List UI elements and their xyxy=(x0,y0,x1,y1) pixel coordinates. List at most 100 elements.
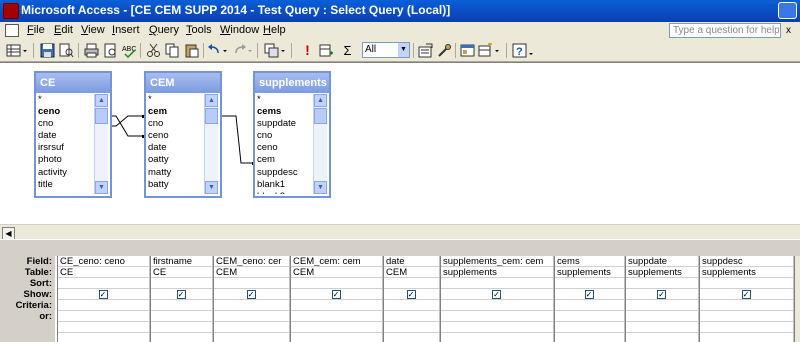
properties-icon[interactable] xyxy=(418,43,433,58)
or-cell[interactable] xyxy=(700,311,793,322)
or-cell[interactable] xyxy=(151,311,212,322)
grid-column[interactable]: firstname CE ✓ xyxy=(150,256,213,342)
field-cell[interactable]: firstname xyxy=(151,256,212,267)
sort-cell[interactable] xyxy=(214,278,289,289)
field-cell[interactable]: supplements_cem: cem xyxy=(441,256,553,267)
field-list-scrollbar[interactable]: ▲ ▼ xyxy=(204,94,218,194)
show-checkbox[interactable]: ✓ xyxy=(246,290,256,299)
menu-window[interactable]: Window xyxy=(220,24,259,36)
field-item[interactable]: ceno xyxy=(148,130,204,142)
show-checkbox[interactable]: ✓ xyxy=(406,290,416,299)
table-cell[interactable]: supplements xyxy=(700,267,793,278)
help-icon[interactable]: ? xyxy=(512,43,527,58)
field-list-title[interactable]: CEM xyxy=(146,73,220,93)
show-checkbox[interactable]: ✓ xyxy=(176,290,186,299)
access-app-icon[interactable] xyxy=(3,3,19,19)
show-table-icon[interactable] xyxy=(319,43,334,58)
extra-cell[interactable] xyxy=(151,322,212,333)
grid-column[interactable]: cems supplements ✓ xyxy=(554,256,625,342)
field-list-title[interactable]: supplements xyxy=(255,73,329,93)
query-type-icon[interactable] xyxy=(264,43,279,58)
criteria-cell[interactable] xyxy=(384,300,439,311)
scroll-up-icon[interactable]: ▲ xyxy=(314,94,327,107)
print-preview-icon[interactable] xyxy=(103,43,118,58)
grid-column[interactable]: CEM_ceno: cer CEM ✓ xyxy=(213,256,290,342)
field-item[interactable]: * xyxy=(257,94,313,106)
field-item[interactable]: oatty xyxy=(148,154,204,166)
field-item[interactable]: date xyxy=(148,142,204,154)
field-item[interactable]: photo xyxy=(38,154,94,166)
show-cell[interactable]: ✓ xyxy=(291,289,382,300)
or-cell[interactable] xyxy=(441,311,553,322)
extra-cell[interactable] xyxy=(555,322,624,333)
field-cell[interactable]: date xyxy=(384,256,439,267)
show-checkbox[interactable]: ✓ xyxy=(492,290,501,299)
extra-cell[interactable] xyxy=(291,322,382,333)
sort-cell[interactable] xyxy=(291,278,382,289)
table-cell[interactable]: CE xyxy=(58,267,149,278)
table-cell[interactable]: CEM xyxy=(291,267,382,278)
show-checkbox[interactable]: ✓ xyxy=(331,290,341,299)
sort-cell[interactable] xyxy=(700,278,793,289)
field-item[interactable]: suppdate xyxy=(257,118,313,130)
top-values-select[interactable]: All ▼ xyxy=(362,42,410,58)
help-question-input[interactable]: Type a question for help xyxy=(669,23,781,38)
field-item[interactable]: batty xyxy=(148,179,204,191)
redo-dropdown-icon[interactable] xyxy=(247,43,253,58)
grid-column[interactable]: suppdate supplements ✓ xyxy=(625,256,699,342)
show-checkbox[interactable]: ✓ xyxy=(657,290,666,299)
criteria-cell[interactable] xyxy=(58,300,149,311)
field-cell[interactable]: CE_ceno: ceno xyxy=(58,256,149,267)
menu-insert[interactable]: Insert xyxy=(112,24,140,36)
undo-icon[interactable] xyxy=(207,43,222,58)
view-dropdown-icon[interactable] xyxy=(22,43,28,58)
print-icon[interactable] xyxy=(84,43,99,58)
search-icon[interactable] xyxy=(59,43,74,58)
field-item[interactable]: cem xyxy=(257,154,313,166)
show-cell[interactable]: ✓ xyxy=(58,289,149,300)
field-list-scrollbar[interactable]: ▲ ▼ xyxy=(94,94,108,194)
table-cell[interactable]: supplements xyxy=(626,267,698,278)
paste-icon[interactable] xyxy=(184,43,199,58)
query-window-icon[interactable] xyxy=(5,24,19,37)
grid-column[interactable]: supplements_cem: cem supplements ✓ xyxy=(440,256,554,342)
criteria-cell[interactable] xyxy=(626,300,698,311)
copy-icon[interactable] xyxy=(165,43,180,58)
new-object-icon[interactable] xyxy=(478,43,493,58)
show-cell[interactable]: ✓ xyxy=(214,289,289,300)
toolbar-options-icon[interactable] xyxy=(528,43,534,58)
show-checkbox[interactable]: ✓ xyxy=(98,290,108,299)
menu-view[interactable]: View xyxy=(81,24,105,36)
field-list-cem[interactable]: CEM * cem cno ceno date oatty matty batt… xyxy=(144,71,222,198)
field-item[interactable]: suppdesc xyxy=(257,167,313,179)
table-cell[interactable]: supplements xyxy=(555,267,624,278)
show-cell[interactable]: ✓ xyxy=(626,289,698,300)
scroll-down-icon[interactable]: ▼ xyxy=(205,181,218,194)
criteria-cell[interactable] xyxy=(700,300,793,311)
field-item[interactable]: activity xyxy=(38,167,94,179)
field-item[interactable]: cno xyxy=(148,118,204,130)
field-item[interactable]: blank1 xyxy=(257,179,313,191)
or-cell[interactable] xyxy=(58,311,149,322)
or-cell[interactable] xyxy=(626,311,698,322)
undo-dropdown-icon[interactable] xyxy=(222,43,228,58)
query-type-dropdown-icon[interactable] xyxy=(280,43,286,58)
show-checkbox[interactable]: ✓ xyxy=(741,290,751,299)
scroll-down-icon[interactable]: ▼ xyxy=(95,181,108,194)
extra-cell[interactable] xyxy=(58,322,149,333)
field-item[interactable]: blank2 xyxy=(257,191,313,194)
extra-cell[interactable] xyxy=(384,322,439,333)
save-icon[interactable] xyxy=(40,43,55,58)
field-item[interactable]: * xyxy=(38,94,94,106)
scroll-thumb[interactable] xyxy=(314,108,327,124)
table-cell[interactable]: CEM xyxy=(384,267,439,278)
menu-edit[interactable]: Edit xyxy=(54,24,73,36)
close-window-icon[interactable]: x xyxy=(786,25,791,36)
sort-cell[interactable] xyxy=(555,278,624,289)
sort-cell[interactable] xyxy=(626,278,698,289)
table-cell[interactable]: supplements xyxy=(441,267,553,278)
grid-column[interactable]: CE_ceno: ceno CE ✓ xyxy=(57,256,150,342)
build-icon[interactable] xyxy=(437,43,452,58)
totals-icon[interactable]: Σ xyxy=(340,43,355,58)
field-item[interactable]: ceno xyxy=(257,142,313,154)
